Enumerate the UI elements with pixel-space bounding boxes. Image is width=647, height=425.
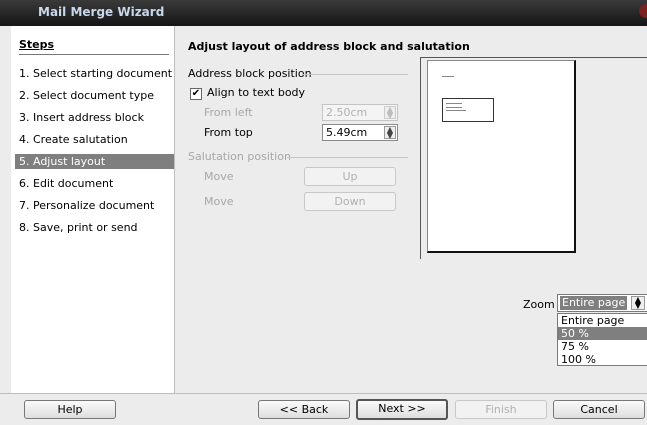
checkmark-icon: ✔ xyxy=(191,88,201,99)
from-left-value: 2.50cm xyxy=(326,106,368,119)
move-up-label: Move xyxy=(204,170,234,183)
steps-sidebar: Steps 1. Select starting document 2. Sel… xyxy=(11,26,174,393)
down-button[interactable]: Down xyxy=(304,192,396,211)
cancel-button[interactable]: Cancel xyxy=(553,400,645,419)
step-3[interactable]: 3. Insert address block xyxy=(19,110,174,125)
align-checkbox[interactable]: ✔ xyxy=(190,88,202,100)
address-block-group-label: Address block position xyxy=(188,67,312,80)
from-top-field[interactable]: 5.49cm ▲ ▼ xyxy=(322,124,398,141)
step-2[interactable]: 2. Select document type xyxy=(19,88,174,103)
steps-heading: Steps xyxy=(19,38,169,55)
preview-text-line xyxy=(446,103,462,104)
move-down-label: Move xyxy=(204,195,234,208)
zoom-select[interactable]: Entire page ▲ ▼ xyxy=(557,294,647,312)
sidebar-divider xyxy=(174,26,175,393)
up-button[interactable]: Up xyxy=(304,167,396,186)
document-preview-page xyxy=(427,60,576,253)
group-separator xyxy=(302,74,408,75)
zoom-option-100[interactable]: 100 % xyxy=(558,353,647,366)
zoom-label: Zoom xyxy=(523,298,555,311)
spin-arrows-icon[interactable]: ▲ ▼ xyxy=(631,296,645,310)
step-4[interactable]: 4. Create salutation xyxy=(19,132,174,147)
zoom-option-50[interactable]: 50 % xyxy=(558,327,647,340)
from-left-label: From left xyxy=(204,106,253,119)
group-separator xyxy=(287,157,408,158)
preview-text-line xyxy=(446,107,462,108)
preview-text-line xyxy=(442,76,454,77)
zoom-option-entire-page[interactable]: Entire page xyxy=(558,314,647,327)
step-8[interactable]: 8. Save, print or send xyxy=(19,220,174,235)
spin-arrows-icon[interactable]: ▲ ▼ xyxy=(384,126,396,140)
close-icon[interactable] xyxy=(639,4,647,18)
spin-arrows-icon[interactable]: ▲ ▼ xyxy=(384,106,396,120)
preview-text-line xyxy=(446,110,466,111)
window-title: Mail Merge Wizard xyxy=(38,5,165,19)
help-button[interactable]: Help xyxy=(24,400,116,419)
zoom-selected-value: Entire page xyxy=(560,296,628,310)
next-button[interactable]: Next >> xyxy=(356,399,448,420)
salutation-group-label: Salutation position xyxy=(188,150,291,163)
zoom-dropdown-list: Entire page 50 % 75 % 100 % xyxy=(557,313,647,366)
back-button[interactable]: << Back xyxy=(258,400,350,419)
from-top-value: 5.49cm xyxy=(326,126,368,139)
finish-button[interactable]: Finish xyxy=(455,400,547,419)
preview-address-block xyxy=(442,98,494,122)
step-7[interactable]: 7. Personalize document xyxy=(19,198,174,213)
step-1[interactable]: 1. Select starting document xyxy=(19,66,174,81)
from-left-field[interactable]: 2.50cm ▲ ▼ xyxy=(322,104,398,121)
from-top-label: From top xyxy=(204,126,253,139)
title-bar: Mail Merge Wizard xyxy=(0,0,647,26)
footer-divider xyxy=(0,393,647,394)
page-title: Adjust layout of address block and salut… xyxy=(188,40,470,53)
zoom-option-75[interactable]: 75 % xyxy=(558,340,647,353)
align-checkbox-label: Align to text body xyxy=(207,86,306,99)
step-5-active[interactable]: 5. Adjust layout xyxy=(15,154,174,169)
step-6[interactable]: 6. Edit document xyxy=(19,176,174,191)
